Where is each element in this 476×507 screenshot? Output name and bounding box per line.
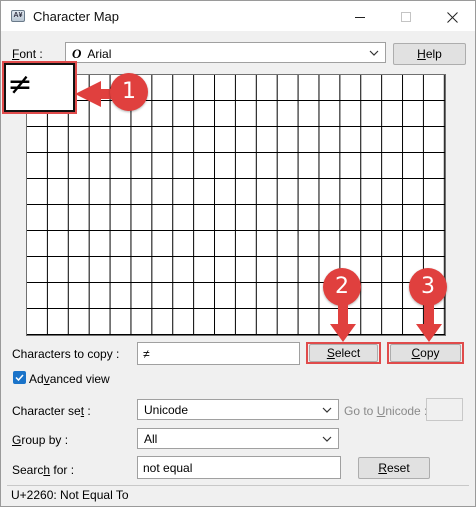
reset-button[interactable]: Reset	[358, 457, 430, 479]
callout-2-badge: 2	[323, 268, 361, 306]
advanced-view-checkbox[interactable]	[13, 371, 26, 384]
group-by-label: Group by :	[12, 433, 69, 447]
minimize-button[interactable]	[337, 1, 383, 31]
select-button[interactable]: Select	[309, 344, 378, 362]
group-by-dropdown[interactable]: All	[137, 428, 339, 449]
go-to-unicode-input	[426, 398, 463, 421]
maximize-icon	[401, 12, 411, 23]
character-map-app-icon: A¥	[11, 10, 25, 22]
characters-to-copy-input[interactable]: ≠	[137, 342, 300, 365]
character-map-window: A¥ Character Map Font : O Arial Help ≠ 1 …	[0, 0, 476, 507]
character-set-value: Unicode	[144, 403, 189, 417]
characters-to-copy-label: Characters to copy :	[12, 347, 120, 361]
chevron-down-icon	[369, 50, 379, 56]
character-grid-cells[interactable]	[27, 75, 445, 335]
search-input[interactable]: not equal	[137, 456, 341, 479]
chevron-down-icon	[322, 407, 332, 413]
go-to-unicode-label: Go to Unicode :	[344, 404, 428, 418]
chevron-down-icon	[322, 436, 332, 442]
characters-to-copy-value: ≠	[143, 347, 150, 361]
status-bar: U+2260: Not Equal To	[7, 485, 469, 503]
selected-character-zoom[interactable]: ≠	[4, 63, 75, 112]
group-by-value: All	[144, 432, 158, 446]
checkmark-icon	[15, 374, 24, 382]
minimize-icon	[355, 16, 365, 18]
search-input-value: not equal	[143, 461, 193, 475]
advanced-view-label[interactable]: Advanced view	[29, 372, 110, 386]
maximize-button	[383, 1, 429, 31]
character-set-dropdown[interactable]: Unicode	[137, 399, 339, 420]
status-text: U+2260: Not Equal To	[11, 488, 129, 502]
close-button[interactable]	[429, 1, 475, 31]
opentype-font-icon: O	[72, 46, 82, 61]
character-grid[interactable]	[26, 74, 446, 336]
callout-3-arrow	[416, 304, 442, 342]
copy-button[interactable]: Copy	[390, 344, 461, 362]
font-dropdown[interactable]: O Arial	[65, 42, 386, 63]
help-button[interactable]: Help	[393, 43, 466, 65]
callout-1-badge: 1	[110, 73, 148, 111]
font-dropdown-value: Arial	[87, 47, 112, 61]
title-bar: A¥ Character Map	[1, 1, 475, 31]
close-icon	[446, 11, 458, 23]
window-title: Character Map	[33, 9, 119, 24]
selected-character: ≠	[7, 67, 33, 102]
font-label: Font :	[12, 47, 43, 61]
callout-3-badge: 3	[409, 268, 447, 306]
callout-2-arrow	[330, 304, 356, 342]
character-set-label: Character set :	[12, 404, 91, 418]
search-for-label: Search for :	[12, 463, 75, 477]
